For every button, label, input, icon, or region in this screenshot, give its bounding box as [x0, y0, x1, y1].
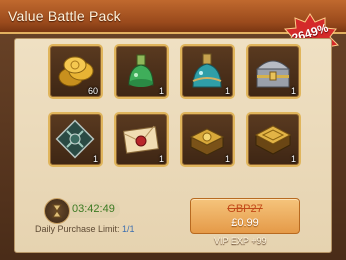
shield-emblem-icon: [55, 119, 95, 159]
item-count: 1: [92, 154, 98, 164]
item-count: 1: [158, 86, 164, 96]
daily-purchase-limit: Daily Purchase Limit: 1/1: [35, 224, 135, 234]
sale-price: £0.99: [231, 217, 259, 229]
treasure-chest-icon: [255, 60, 291, 88]
item-count: 1: [224, 154, 230, 164]
item-count: 1: [158, 154, 164, 164]
item-slot-golden-tome[interactable]: 1: [246, 112, 301, 167]
purchase-button[interactable]: GBP27 £0.99: [190, 198, 300, 234]
countdown-timer: 03:42:49: [72, 203, 115, 215]
green-potion-icon: [128, 54, 154, 87]
teal-potion-icon: [192, 53, 222, 88]
vip-exp-reward: VIP EXP +99: [214, 236, 267, 246]
item-count: 60: [87, 86, 98, 96]
golden-book-icon: [189, 128, 225, 156]
limit-label: Daily Purchase Limit:: [35, 224, 123, 234]
item-slot-gold-coins[interactable]: 60: [48, 44, 103, 99]
pack-title: Value Battle Pack: [8, 8, 121, 24]
sealed-letter-icon: [123, 125, 159, 154]
item-slot-green-potion[interactable]: 1: [114, 44, 169, 99]
item-count: 1: [290, 86, 296, 96]
item-count: 1: [224, 86, 230, 96]
golden-tome-icon: [254, 125, 292, 155]
item-slot-silver-chest[interactable]: 1: [246, 44, 301, 99]
item-slot-shield-emblem[interactable]: 1: [48, 112, 103, 167]
item-slot-teal-potion[interactable]: 1: [180, 44, 235, 99]
item-count: 1: [290, 154, 296, 164]
item-slot-golden-book[interactable]: 1: [180, 112, 235, 167]
original-price: GBP27: [227, 203, 263, 215]
limit-value: 1/1: [122, 224, 135, 234]
item-slot-sealed-letter[interactable]: 1: [114, 112, 169, 167]
hourglass-icon: [44, 198, 70, 224]
